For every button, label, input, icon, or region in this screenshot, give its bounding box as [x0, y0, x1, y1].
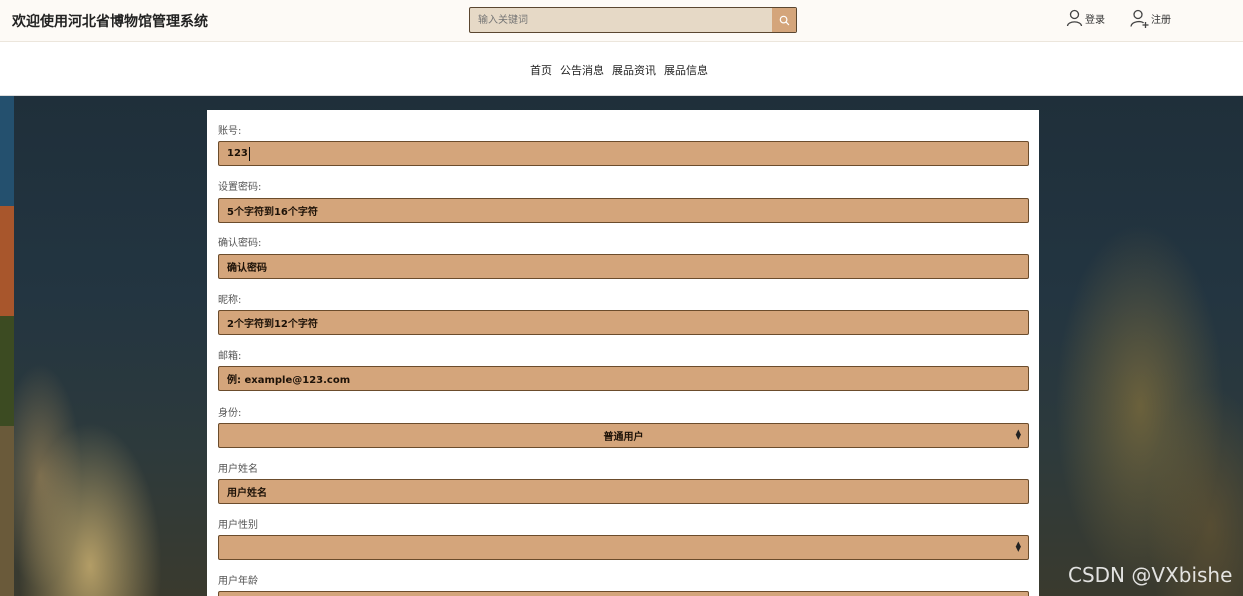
main-nav: 首页 公告消息 展品资讯 展品信息 — [0, 42, 1243, 96]
email-label: 邮箱: — [218, 351, 242, 362]
register-form: 账号: 123 设置密码: 5个字符到16个字符 确认密码: 确认密码 昵称: … — [207, 110, 1039, 596]
top-header: 欢迎使用河北省博物馆管理系统 登录 注册 — [0, 0, 1243, 42]
site-title: 欢迎使用河北省博物馆管理系统 — [12, 14, 208, 30]
gender-label: 用户性别 — [218, 520, 258, 531]
search-input[interactable] — [470, 8, 772, 32]
nav-item-exhibit-news[interactable]: 展品资讯 — [610, 62, 662, 78]
search-box — [469, 7, 797, 33]
search-button[interactable] — [772, 8, 796, 32]
login-label: 登录 — [1085, 14, 1105, 26]
role-label: 身份: — [218, 408, 242, 419]
nickname-input[interactable]: 2个字符到12个字符 — [218, 310, 1029, 335]
account-label: 账号: — [218, 126, 242, 137]
nav-item-home[interactable]: 首页 — [528, 62, 558, 78]
nav-item-exhibit-info[interactable]: 展品信息 — [662, 62, 714, 78]
text-cursor-icon — [248, 146, 250, 161]
watermark: CSDN @VXbishe — [1068, 563, 1233, 587]
confirm-password-label: 确认密码: — [218, 238, 262, 249]
register-label: 注册 — [1151, 15, 1171, 26]
age-label: 用户年龄 — [218, 576, 258, 587]
gender-select[interactable]: ▲ ▼ — [218, 535, 1029, 560]
login-link[interactable]: 登录 — [1066, 9, 1105, 27]
confirm-password-input[interactable]: 确认密码 — [218, 254, 1029, 279]
register-link[interactable]: 注册 — [1130, 9, 1171, 28]
search-icon — [779, 15, 789, 25]
select-arrows-icon: ▲ ▼ — [1015, 540, 1021, 553]
role-select[interactable]: 普通用户 ▲ ▼ — [218, 423, 1029, 448]
add-user-icon — [1130, 9, 1149, 28]
password-label: 设置密码: — [218, 182, 262, 193]
password-input[interactable]: 5个字符到16个字符 — [218, 198, 1029, 223]
user-name-label: 用户姓名 — [218, 464, 258, 475]
nav-item-announcements[interactable]: 公告消息 — [558, 62, 610, 78]
account-input[interactable]: 123 — [218, 141, 1029, 166]
nickname-label: 昵称: — [218, 295, 242, 306]
user-name-input[interactable]: 用户姓名 — [218, 479, 1029, 504]
age-input[interactable] — [218, 591, 1029, 596]
user-icon — [1066, 9, 1083, 27]
select-arrows-icon: ▲ ▼ — [1015, 428, 1021, 441]
email-input[interactable]: 例: example@123.com — [218, 366, 1029, 391]
